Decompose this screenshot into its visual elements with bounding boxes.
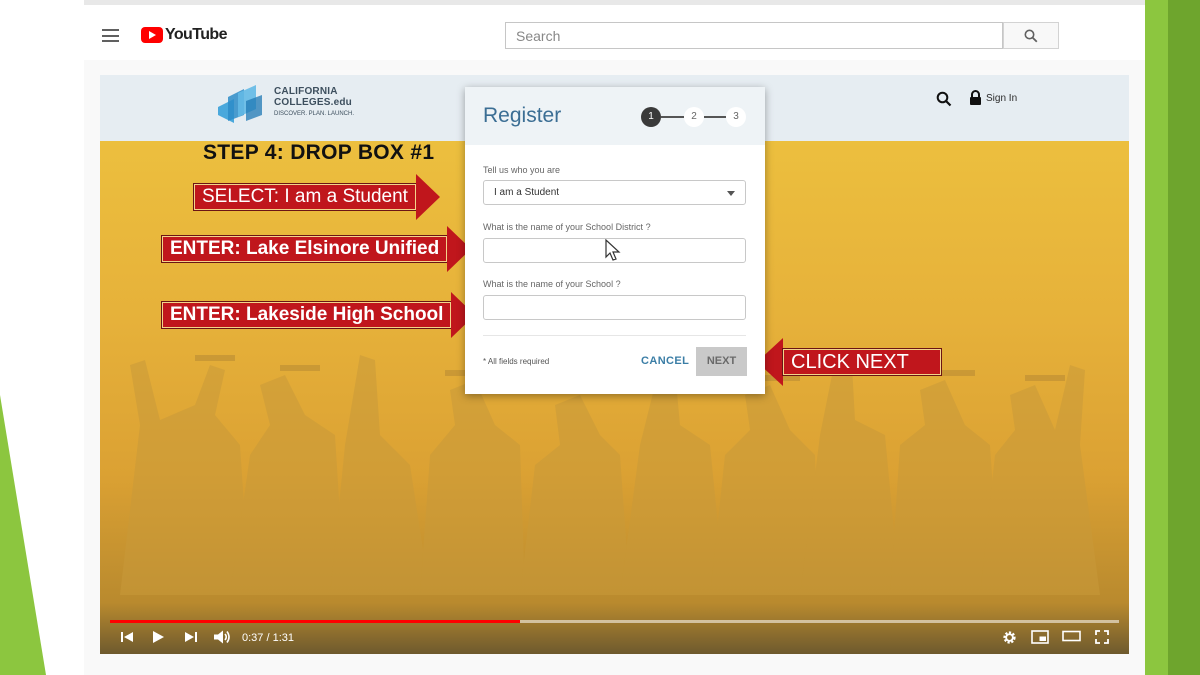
youtube-logo[interactable]: YouTube — [141, 25, 227, 45]
step-title: STEP 4: DROP BOX #1 — [203, 141, 435, 164]
skip-back-icon[interactable] — [120, 630, 134, 644]
step-connector — [704, 116, 726, 118]
callout-label: ENTER: Lake Elsinore Unified — [161, 235, 449, 263]
fullscreen-icon[interactable] — [1095, 630, 1109, 644]
step-3: 3 — [726, 107, 746, 127]
arrow-right-icon — [415, 174, 440, 220]
miniplayer-icon[interactable] — [1031, 630, 1049, 644]
settings-icon[interactable] — [1002, 630, 1017, 645]
register-header: Register 1 2 3 — [465, 87, 765, 145]
theater-icon[interactable] — [1062, 630, 1081, 642]
cancel-button[interactable]: CANCEL — [641, 355, 689, 367]
callout-label: SELECT: I am a Student — [193, 183, 417, 211]
lock-icon — [970, 90, 981, 105]
callout-click-next: CLICK NEXT — [757, 338, 942, 386]
register-dialog: Register 1 2 3 Tell us who you are I am … — [465, 87, 765, 394]
youtube-search-button[interactable] — [1003, 22, 1059, 49]
logo-tagline: DISCOVER. PLAN. LAUNCH. — [274, 111, 355, 117]
callout-label: ENTER: Lakeside High School — [161, 301, 453, 329]
callout-enter-school: ENTER: Lakeside High School — [161, 292, 476, 338]
video-player[interactable]: CALIFORNIA COLLEGES.edu DISCOVER. PLAN. … — [100, 75, 1129, 654]
step-2: 2 — [684, 107, 704, 127]
callout-enter-district: ENTER: Lake Elsinore Unified — [161, 226, 472, 272]
register-title: Register — [483, 104, 562, 127]
skip-next-icon[interactable] — [184, 630, 198, 644]
progress-fill — [110, 620, 520, 623]
school-label: What is the name of your School ? — [483, 279, 621, 289]
sign-in-link[interactable]: Sign In — [986, 93, 1017, 104]
divider — [483, 335, 746, 336]
who-select-value: I am a Student — [494, 187, 560, 198]
who-select[interactable]: I am a Student — [483, 180, 746, 205]
youtube-wordmark: YouTube — [165, 26, 227, 43]
step-1: 1 — [641, 107, 661, 127]
mouse-cursor-icon — [605, 239, 621, 261]
progress-bar[interactable] — [110, 620, 1119, 623]
california-colleges-logo[interactable]: CALIFORNIA COLLEGES.edu DISCOVER. PLAN. … — [216, 83, 356, 129]
register-stepper: 1 2 3 — [641, 107, 746, 127]
menu-icon[interactable] — [102, 29, 119, 42]
slide-green-bar-dark — [1168, 0, 1200, 675]
who-label: Tell us who you are — [483, 165, 561, 175]
required-note: * All fields required — [483, 357, 550, 366]
chevron-down-icon — [727, 191, 735, 196]
slide-green-accent — [0, 395, 46, 675]
youtube-search-input[interactable]: Search — [505, 22, 1003, 49]
play-icon[interactable] — [151, 630, 165, 644]
slide: YouTube Search CALIFORNIA COLLEGES.edu D… — [0, 0, 1200, 675]
youtube-header: YouTube Search — [84, 5, 1145, 60]
callout-label: CLICK NEXT — [782, 348, 942, 376]
next-button[interactable]: NEXT — [696, 347, 747, 376]
volume-icon[interactable] — [213, 630, 231, 644]
district-label: What is the name of your School District… — [483, 222, 651, 232]
logo-line1: CALIFORNIA — [274, 86, 338, 97]
youtube-play-icon — [141, 27, 163, 43]
search-icon[interactable] — [936, 91, 952, 107]
logo-line2: COLLEGES.edu — [274, 97, 352, 108]
search-icon — [1024, 29, 1038, 43]
logo-mark — [218, 85, 262, 123]
time-display: 0:37 / 1:31 — [242, 632, 294, 644]
callout-select-student: SELECT: I am a Student — [193, 174, 440, 220]
step-connector — [661, 116, 684, 118]
school-input[interactable] — [483, 295, 746, 320]
